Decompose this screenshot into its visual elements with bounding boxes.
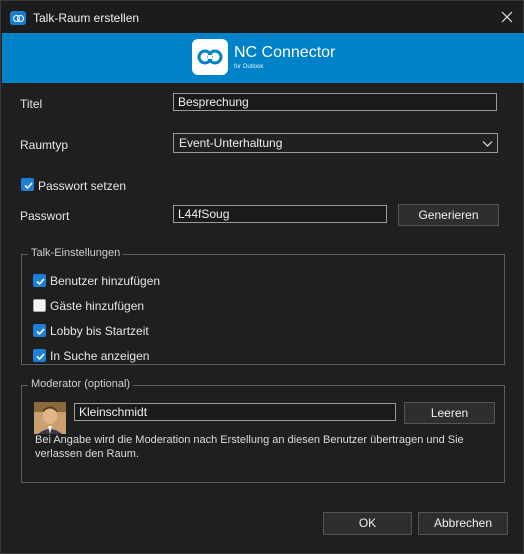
chevron-down-icon [482,141,493,147]
benutzer-hinzufuegen-label: Benutzer hinzufügen [50,274,161,288]
lobby-bis-startzeit-checkbox[interactable] [33,324,46,337]
titel-input[interactable]: Besprechung [173,93,497,111]
gaeste-hinzufuegen-label: Gäste hinzufügen [50,299,145,313]
raumtyp-selected-value: Event-Unterhaltung [179,136,283,150]
checkmark-icon [36,278,45,286]
titel-label: Titel [20,97,43,111]
banner-subtitle: for Outlook [234,64,264,70]
gaeste-hinzufuegen-checkbox[interactable] [33,299,46,312]
leeren-button[interactable]: Leeren [404,402,495,424]
talk-settings-title: Talk-Einstellungen [28,247,124,259]
passwort-label: Passwort [20,209,70,223]
nc-connector-logo-icon [197,49,223,65]
banner-title: NC Connector [234,44,336,61]
moderator-input[interactable]: Kleinschmidt [74,403,396,421]
passwort-setzen-checkbox[interactable] [21,178,34,191]
checkmark-icon [24,182,33,190]
generieren-button[interactable]: Generieren [398,204,499,226]
abbrechen-button[interactable]: Abbrechen [418,512,508,535]
moderator-avatar [34,402,66,434]
close-button[interactable] [491,1,523,33]
raumtyp-label: Raumtyp [20,138,69,152]
moderator-title: Moderator (optional) [28,378,134,390]
brand-banner: NC Connector for Outlook [2,33,524,83]
person-avatar-icon [34,402,66,434]
lobby-bis-startzeit-label: Lobby bis Startzeit [50,324,149,338]
benutzer-hinzufuegen-checkbox[interactable] [33,274,46,287]
in-suche-anzeigen-label: In Suche anzeigen [50,349,150,363]
ok-button[interactable]: OK [323,512,412,535]
moderator-description: Bei Angabe wird die Moderation nach Erst… [35,434,464,460]
app-logo-icon [10,11,26,25]
close-icon [501,11,513,23]
passwort-setzen-label: Passwort setzen [38,179,127,193]
window-title: Talk-Raum erstellen [33,11,140,25]
title-bar: Talk-Raum erstellen [1,1,523,33]
passwort-input[interactable]: L44fSoug [173,205,387,223]
nc-connector-logo [192,39,228,75]
in-suche-anzeigen-checkbox[interactable] [33,349,46,362]
dialog-window: Talk-Raum erstellen NC Connector for Out… [0,0,524,554]
checkmark-icon [36,328,45,336]
raumtyp-select[interactable]: Event-Unterhaltung [173,133,498,153]
checkmark-icon [36,353,45,361]
